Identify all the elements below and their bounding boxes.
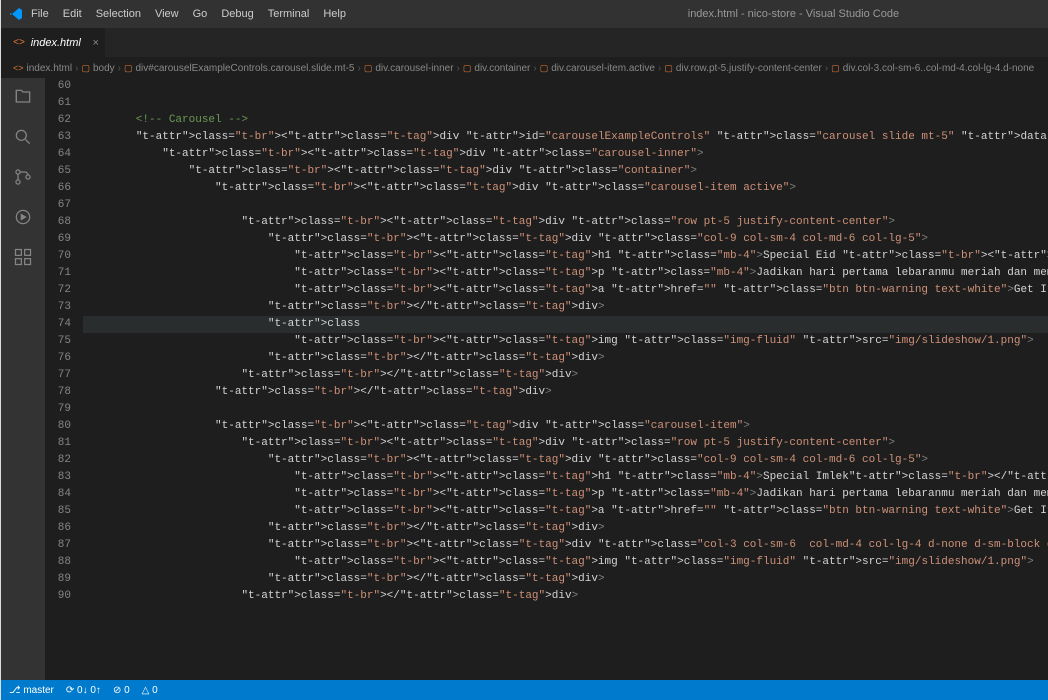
breadcrumb-item[interactable]: div.col-3.col-sm-6..col-md-4.col-lg-4.d-… <box>843 63 1035 74</box>
tab-close-icon[interactable]: × <box>92 37 98 49</box>
menu-file[interactable]: File <box>25 8 55 20</box>
debug-icon[interactable] <box>12 206 34 228</box>
search-icon[interactable] <box>12 126 34 148</box>
menu-selection[interactable]: Selection <box>90 8 147 20</box>
menu-terminal[interactable]: Terminal <box>262 8 316 20</box>
tab-index-html[interactable]: <> index.html × <box>1 28 106 57</box>
menu-help[interactable]: Help <box>317 8 352 20</box>
menu-go[interactable]: Go <box>187 8 214 20</box>
breadcrumb-item[interactable]: body <box>93 63 115 74</box>
warnings-count[interactable]: △ 0 <box>142 685 158 696</box>
menu-view[interactable]: View <box>149 8 185 20</box>
menu-edit[interactable]: Edit <box>57 8 88 20</box>
git-branch[interactable]: ⎇ master <box>9 685 54 696</box>
statusbar: ⎇ master ⟳ 0↓ 0↑ ⊘ 0 △ 0 Ln 74, Col 69 S… <box>1 680 1048 700</box>
breadcrumb-item[interactable]: index.html <box>27 63 73 74</box>
breadcrumbs[interactable]: <>index.html›▢body›▢div#carouselExampleC… <box>1 58 1048 78</box>
extensions-icon[interactable] <box>12 246 34 268</box>
breadcrumb-item[interactable]: div#carouselExampleControls.carousel.sli… <box>136 63 355 74</box>
explorer-icon[interactable] <box>12 86 34 108</box>
editor[interactable]: 60 61 62 63 64 65 66 67 68 69 70 71 72 7… <box>45 78 1048 680</box>
source-control-icon[interactable] <box>12 166 34 188</box>
breadcrumb-item[interactable]: div.row.pt-5.justify-content-center <box>676 63 822 74</box>
breadcrumb-item[interactable]: div.carousel-item.active <box>551 63 655 74</box>
tabbar: <> index.html × ◫ ⋯ <box>1 28 1048 58</box>
vscode-window: File Edit Selection View Go Debug Termin… <box>1 0 1048 700</box>
window-title: index.html - nico-store - Visual Studio … <box>688 8 899 20</box>
titlebar: File Edit Selection View Go Debug Termin… <box>1 0 1048 28</box>
sync-status[interactable]: ⟳ 0↓ 0↑ <box>66 685 101 696</box>
vscode-icon <box>9 7 23 21</box>
breadcrumb-item[interactable]: div.container <box>474 63 530 74</box>
errors-count[interactable]: ⊘ 0 <box>113 685 130 696</box>
html-file-icon: <> <box>13 37 25 48</box>
menu-debug[interactable]: Debug <box>215 8 259 20</box>
breadcrumb-item[interactable]: div.carousel-inner <box>375 63 453 74</box>
activity-bar <box>1 78 45 680</box>
